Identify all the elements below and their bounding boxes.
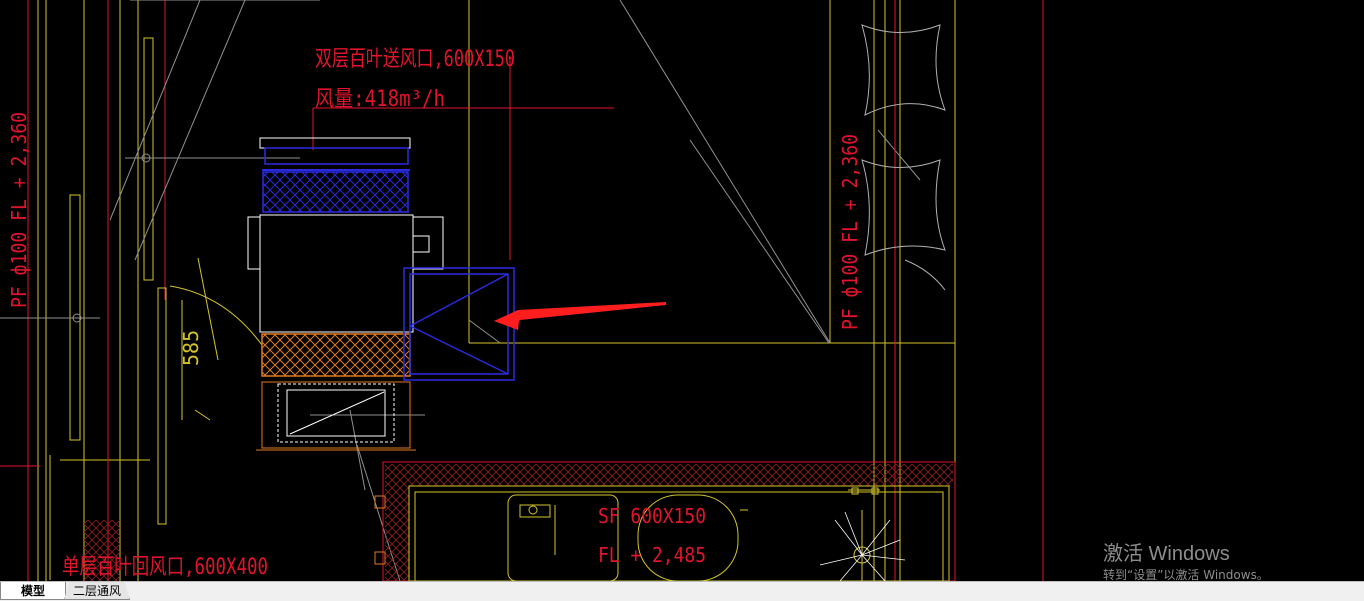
left-walls: [37, 0, 154, 581]
pipe-label-right: PF ф100 FL + 2,360: [838, 134, 862, 330]
pipe-label-left: PF ф100 FL + 2,360: [7, 112, 31, 308]
return-vent-label: 单层百叶回风口,600X400: [62, 555, 268, 580]
fl-label: FL + 2,485: [598, 543, 706, 567]
cad-drawing: 双层百叶送风口,600X150 风量:418m³/h PF ф100 FL + …: [0, 0, 1044, 581]
filter-orange: [261, 333, 411, 377]
tab-layout-ventilation[interactable]: 二层通风: [64, 582, 130, 600]
dimension-label: 585: [179, 330, 203, 366]
watermark-title: 激活 Windows: [1103, 543, 1230, 565]
duct-box: [403, 267, 515, 381]
door-swing: [157, 257, 263, 525]
layout-tab-bar: 模型 二层通风: [0, 581, 1364, 601]
watermark-subtitle: 转到“设置”以激活 Windows。: [1103, 568, 1269, 581]
right-red-lines: [894, 0, 1044, 581]
tab-model[interactable]: 模型: [0, 582, 66, 600]
filter-blue: [262, 171, 409, 213]
sf-label: SF 600X150: [598, 504, 706, 528]
supply-vent-label: 双层百叶送风口,600X150: [315, 47, 515, 72]
exhaust-fan: [848, 487, 880, 581]
activation-watermark: 激活 Windows 转到“设置”以激活 Windows。: [1103, 542, 1269, 581]
annotation-arrow: [494, 302, 666, 330]
airflow-label: 风量:418m³/h: [315, 87, 445, 112]
cad-drawing-canvas[interactable]: 双层百叶送风口,600X150 风量:418m³/h PF ф100 FL + …: [0, 0, 1364, 581]
room-outline: [468, 0, 956, 581]
